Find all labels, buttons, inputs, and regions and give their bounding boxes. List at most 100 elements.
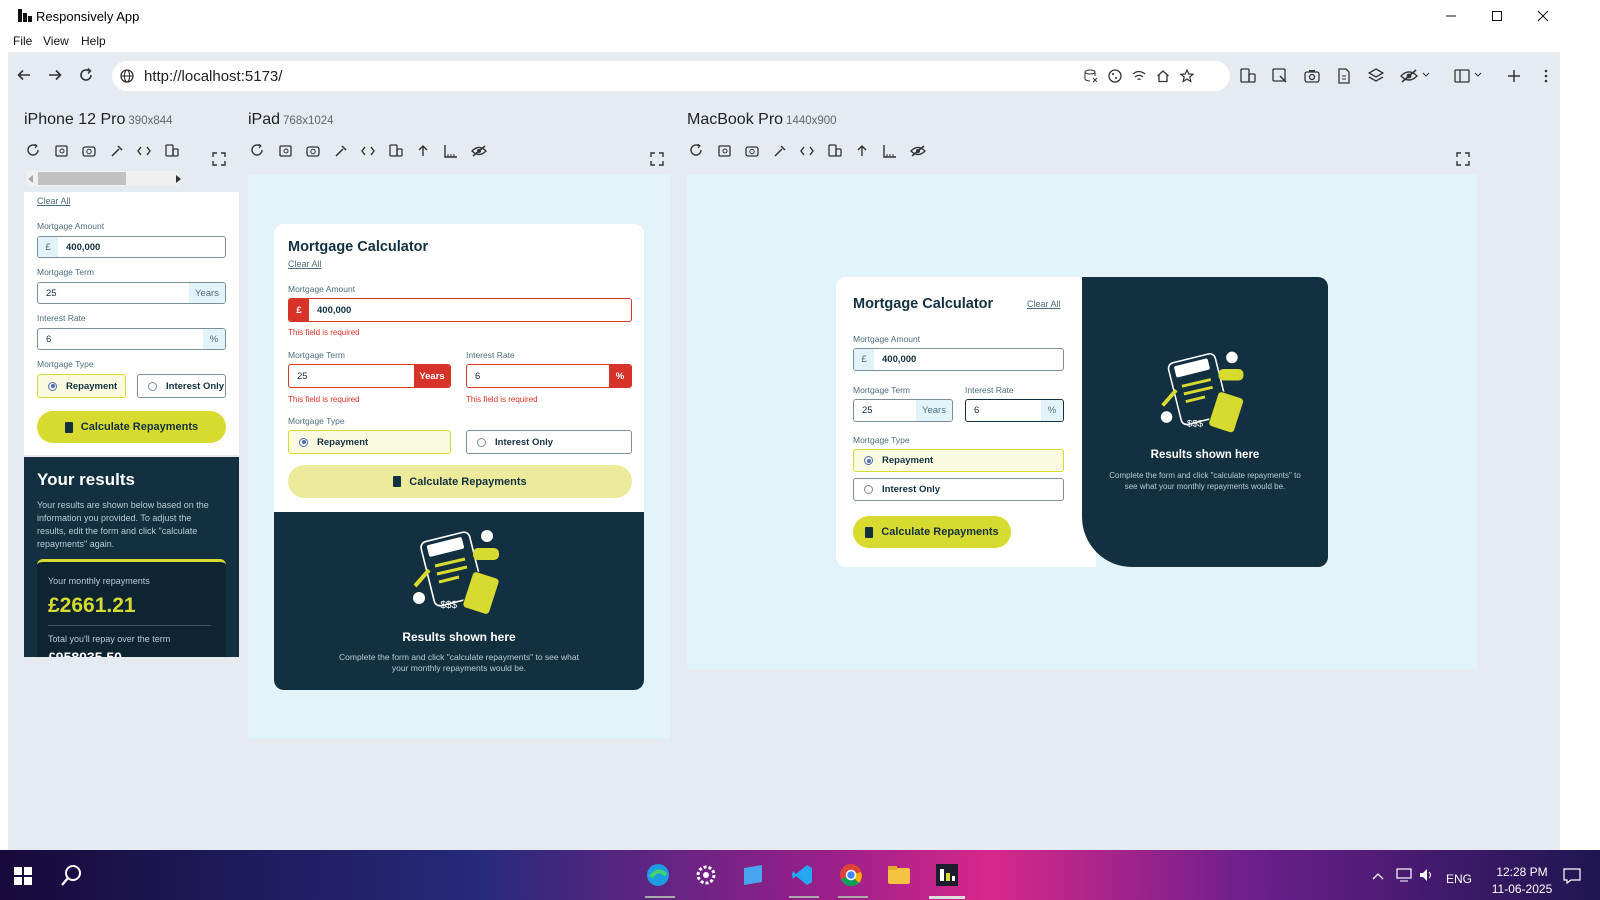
eye-off-icon[interactable] bbox=[1400, 68, 1418, 84]
amount-field[interactable]: £400,000 bbox=[37, 236, 226, 258]
file-app-icon[interactable] bbox=[739, 860, 769, 890]
camera-icon[interactable] bbox=[742, 140, 764, 162]
camera-icon[interactable] bbox=[303, 140, 325, 162]
camera-icon[interactable] bbox=[79, 140, 101, 162]
scroll-right-icon[interactable] bbox=[176, 175, 182, 183]
storage-icon[interactable] bbox=[1084, 69, 1098, 83]
rotate-icon[interactable] bbox=[162, 140, 184, 162]
explorer-app-icon[interactable] bbox=[884, 860, 914, 890]
rate-input[interactable]: 6 bbox=[467, 365, 609, 387]
menu-file[interactable]: File bbox=[13, 34, 32, 48]
close-button[interactable] bbox=[1520, 0, 1566, 32]
repayment-radio[interactable]: Repayment bbox=[288, 430, 451, 454]
scroll-up-icon[interactable] bbox=[413, 140, 435, 162]
amount-input[interactable]: 400,000 bbox=[58, 237, 225, 257]
language-indicator[interactable]: ENG bbox=[1446, 872, 1472, 886]
rate-field[interactable]: 6% bbox=[37, 328, 226, 350]
code-icon[interactable] bbox=[134, 140, 156, 162]
network-tray-icon[interactable] bbox=[1396, 868, 1412, 882]
forward-button[interactable] bbox=[44, 52, 66, 98]
maximize-button[interactable] bbox=[1474, 0, 1520, 32]
rate-input[interactable]: 6 bbox=[966, 400, 1041, 421]
rate-field[interactable]: 6% bbox=[466, 364, 632, 388]
device-rotate-icon[interactable] bbox=[1240, 68, 1256, 84]
scroll-up-icon[interactable] bbox=[852, 140, 874, 162]
inspect-icon[interactable] bbox=[1272, 68, 1288, 84]
home-icon[interactable] bbox=[1156, 69, 1170, 83]
menu-help[interactable]: Help bbox=[81, 34, 106, 48]
expand-icon[interactable] bbox=[1452, 148, 1474, 170]
document-icon[interactable] bbox=[1336, 68, 1352, 84]
expand-icon[interactable] bbox=[208, 148, 230, 170]
calculate-button[interactable]: Calculate Repayments bbox=[37, 411, 226, 443]
color-picker-icon[interactable] bbox=[107, 140, 129, 162]
minimize-button[interactable] bbox=[1428, 0, 1474, 32]
interest-only-radio[interactable]: Interest Only bbox=[466, 430, 632, 454]
ruler-icon[interactable] bbox=[880, 140, 902, 162]
settings-app-icon[interactable] bbox=[691, 860, 721, 890]
amount-input[interactable]: 400,000 bbox=[309, 299, 631, 321]
search-icon[interactable] bbox=[61, 864, 83, 886]
more-icon[interactable] bbox=[1538, 68, 1554, 84]
calculate-button[interactable]: Calculate Repayments bbox=[853, 516, 1011, 548]
reload-icon[interactable] bbox=[687, 140, 709, 162]
chevron-down-icon[interactable] bbox=[1474, 72, 1482, 78]
eye-off-icon[interactable] bbox=[907, 140, 929, 162]
color-picker-icon[interactable] bbox=[331, 140, 353, 162]
camera-icon[interactable] bbox=[1304, 68, 1320, 84]
notification-icon[interactable] bbox=[1563, 868, 1581, 884]
scroll-left-icon[interactable] bbox=[28, 175, 34, 183]
menu-view[interactable]: View bbox=[43, 34, 69, 48]
amount-field[interactable]: £400,000 bbox=[288, 298, 632, 322]
ruler-icon[interactable] bbox=[441, 140, 463, 162]
term-input[interactable]: 25 bbox=[289, 365, 414, 387]
windows-start-icon[interactable] bbox=[14, 867, 32, 885]
rate-field[interactable]: 6% bbox=[965, 399, 1064, 422]
expand-icon[interactable] bbox=[646, 148, 668, 170]
code-icon[interactable] bbox=[358, 140, 380, 162]
screenshot-icon[interactable] bbox=[52, 140, 74, 162]
back-button[interactable] bbox=[13, 52, 35, 98]
screenshot-icon[interactable] bbox=[276, 140, 298, 162]
eye-off-icon[interactable] bbox=[468, 140, 490, 162]
repayment-radio[interactable]: Repayment bbox=[37, 374, 126, 398]
term-field[interactable]: 25 Years bbox=[288, 364, 451, 388]
network-icon[interactable] bbox=[1132, 69, 1146, 83]
edge-app-icon[interactable] bbox=[643, 860, 673, 890]
reload-icon[interactable] bbox=[248, 140, 270, 162]
reload-icon[interactable] bbox=[24, 140, 46, 162]
layers-icon[interactable] bbox=[1368, 68, 1384, 84]
screenshot-icon[interactable] bbox=[715, 140, 737, 162]
rate-input[interactable]: 6 bbox=[38, 329, 203, 349]
amount-input[interactable]: 400,000 bbox=[874, 349, 1063, 370]
clock-date[interactable]: 11-06-2025 bbox=[1483, 882, 1561, 896]
calculate-button[interactable]: Calculate Repayments bbox=[288, 465, 632, 498]
rotate-icon[interactable] bbox=[825, 140, 847, 162]
interest-only-radio[interactable]: Interest Only bbox=[137, 374, 226, 398]
term-input[interactable]: 25 bbox=[38, 283, 189, 303]
horizontal-scrollbar[interactable] bbox=[24, 170, 239, 190]
star-icon[interactable] bbox=[1180, 69, 1194, 83]
clock-time[interactable]: 12:28 PM bbox=[1487, 865, 1557, 879]
rotate-icon[interactable] bbox=[386, 140, 408, 162]
clear-all-link[interactable]: Clear All bbox=[1027, 299, 1061, 309]
cookie-clear-icon[interactable] bbox=[1108, 69, 1122, 83]
term-field[interactable]: 25 Years bbox=[853, 399, 953, 422]
responsively-app-icon[interactable] bbox=[932, 860, 962, 890]
code-icon[interactable] bbox=[797, 140, 819, 162]
chrome-app-icon[interactable] bbox=[836, 860, 866, 890]
color-picker-icon[interactable] bbox=[770, 140, 792, 162]
chevron-down-icon[interactable] bbox=[1422, 72, 1430, 78]
layout-icon[interactable] bbox=[1454, 68, 1470, 84]
plus-icon[interactable] bbox=[1506, 68, 1522, 84]
clear-all-link[interactable]: Clear All bbox=[288, 259, 322, 269]
volume-icon[interactable] bbox=[1419, 868, 1435, 882]
interest-only-radio[interactable]: Interest Only bbox=[853, 478, 1064, 501]
term-input[interactable]: 25 bbox=[854, 400, 916, 421]
repayment-radio[interactable]: Repayment bbox=[853, 449, 1064, 472]
amount-field[interactable]: £400,000 bbox=[853, 348, 1064, 371]
vscode-app-icon[interactable] bbox=[787, 860, 817, 890]
chevron-up-icon[interactable] bbox=[1372, 872, 1384, 880]
clear-all-link[interactable]: Clear All bbox=[37, 196, 71, 206]
reload-button[interactable] bbox=[75, 52, 97, 98]
